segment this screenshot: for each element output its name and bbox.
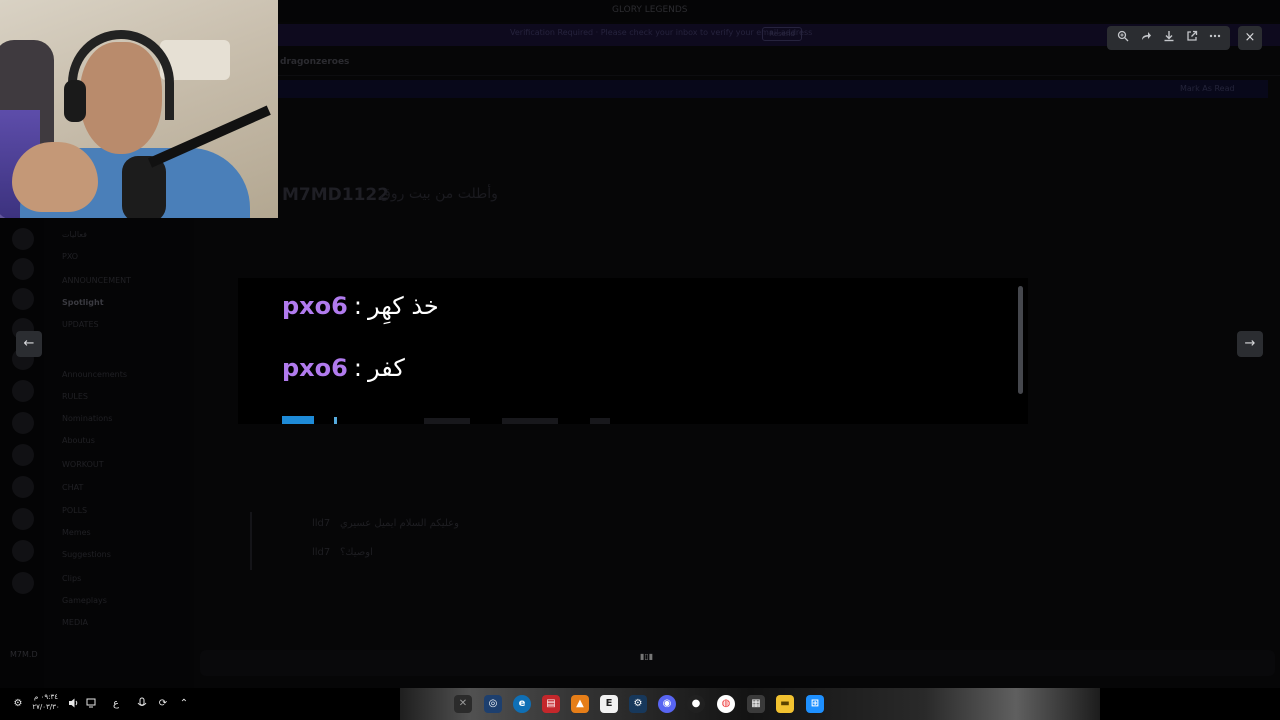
previous-image-button[interactable]: ← bbox=[16, 331, 42, 357]
sidebar-item: CHAT bbox=[62, 483, 84, 492]
obs-app-icon[interactable]: ● bbox=[687, 695, 705, 713]
volume-icon[interactable] bbox=[68, 697, 80, 711]
share-icon[interactable] bbox=[1138, 30, 1154, 46]
server-icon bbox=[12, 476, 34, 498]
sidebar-item: Clips bbox=[62, 574, 82, 583]
image-chat-colon: : bbox=[353, 354, 362, 382]
streamer-hand bbox=[12, 142, 98, 212]
channel-header bbox=[278, 50, 1280, 76]
sidebar-item: Suggestions bbox=[62, 550, 111, 559]
new-messages-bar bbox=[278, 80, 1268, 98]
image-scrollbar bbox=[1018, 286, 1023, 394]
epic-games-app-icon[interactable]: E bbox=[600, 695, 618, 713]
sidebar-item: Gameplays bbox=[62, 596, 107, 605]
chrome-app-icon[interactable]: ◍ bbox=[717, 695, 735, 713]
message-input bbox=[200, 650, 1275, 676]
microphone-tray-icon[interactable] bbox=[136, 697, 148, 711]
image-cropped-badge bbox=[282, 416, 314, 424]
server-list bbox=[0, 218, 44, 688]
vlc-app-icon[interactable]: ▲ bbox=[571, 695, 589, 713]
image-chat-text: خذ كهِر bbox=[367, 292, 439, 320]
start-windows-icon[interactable]: ⊞ bbox=[806, 695, 824, 713]
open-external-icon[interactable] bbox=[1184, 30, 1200, 46]
image-chat-text: كفر bbox=[367, 354, 405, 382]
user-panel-name: M7M.D bbox=[10, 650, 38, 659]
steam-app-icon[interactable]: ⚙ bbox=[629, 695, 647, 713]
sidebar-item: MEDIA bbox=[62, 618, 88, 627]
download-icon[interactable] bbox=[1161, 30, 1177, 46]
sidebar-item: Spotlight bbox=[62, 298, 104, 307]
window-title: GLORY LEGENDS bbox=[612, 5, 688, 15]
server-icon bbox=[12, 540, 34, 562]
sidebar-item: Announcements bbox=[62, 370, 128, 379]
background-message-author: M7MD1122 bbox=[282, 185, 390, 205]
image-chat-author: pxo6 bbox=[282, 354, 348, 382]
clock-date: ٢٧/٠٣/٣٠ bbox=[32, 703, 60, 711]
server-icon bbox=[12, 508, 34, 530]
chevron-up-icon[interactable]: ⌃ bbox=[178, 697, 190, 711]
embed-line-author: lld7 bbox=[312, 547, 331, 558]
sidebar-item: PXO bbox=[62, 252, 79, 261]
sync-icon[interactable]: ⟳ bbox=[157, 697, 169, 711]
copilot-app-icon[interactable]: ◎ bbox=[484, 695, 502, 713]
sidebar-item: WORKOUT bbox=[62, 460, 104, 469]
channel-name: dragonzeroes bbox=[280, 57, 350, 67]
more-icon[interactable] bbox=[1207, 30, 1223, 46]
image-chat-author: pxo6 bbox=[282, 292, 348, 320]
server-icon bbox=[12, 444, 34, 466]
image-cropped-fragment bbox=[424, 418, 470, 424]
image-chat-line: pxo6: خذ كهِر bbox=[282, 292, 439, 320]
clock[interactable]: ٠٩:٣٤ م ٢٧/٠٣/٣٠ bbox=[28, 692, 64, 712]
mark-as-read: Mark As Read bbox=[1180, 84, 1235, 93]
language-indicator[interactable]: ع bbox=[110, 697, 122, 711]
file-explorer-app-icon[interactable]: ▬ bbox=[776, 695, 794, 713]
zoom-in-icon[interactable] bbox=[1115, 30, 1131, 46]
xbox-app-icon[interactable]: ✕ bbox=[454, 695, 472, 713]
sidebar-item: Nominations bbox=[62, 414, 113, 423]
close-viewer-button[interactable]: × bbox=[1238, 26, 1262, 50]
image-cropped-fragment bbox=[590, 418, 610, 424]
sidebar-item: POLLS bbox=[62, 506, 88, 515]
server-icon bbox=[12, 572, 34, 594]
clock-time: ٠٩:٣٤ م bbox=[34, 693, 58, 701]
image-viewer-toolbar bbox=[1107, 26, 1230, 50]
server-icon bbox=[12, 228, 34, 250]
microphone-icon bbox=[122, 156, 166, 218]
store-app-icon[interactable]: ▦ bbox=[747, 695, 765, 713]
discord-app-icon[interactable]: ◉ bbox=[658, 695, 676, 713]
sidebar-item: Aboutus bbox=[62, 436, 95, 445]
image-cropped-fragment bbox=[502, 418, 558, 424]
webcam-overlay bbox=[0, 0, 278, 218]
image-chat-colon: : bbox=[353, 292, 362, 320]
server-icon bbox=[12, 412, 34, 434]
sidebar-item: Memes bbox=[62, 528, 91, 537]
server-icon bbox=[12, 258, 34, 280]
image-chat-line: pxo6: كفر bbox=[282, 354, 405, 382]
streamer bbox=[10, 30, 250, 218]
edge-app-icon[interactable]: e bbox=[513, 695, 531, 713]
embed-line-text: اوصيك؟ bbox=[340, 547, 373, 558]
next-image-button[interactable]: → bbox=[1237, 331, 1263, 357]
image-cropped-mark bbox=[334, 417, 337, 424]
sidebar-item: UPDATES bbox=[62, 320, 99, 329]
server-icon bbox=[12, 380, 34, 402]
server-icon bbox=[12, 288, 34, 310]
background-message-text: وأطلت من بيت روق bbox=[380, 186, 498, 202]
loading-indicator: ▮▯▮ bbox=[640, 652, 654, 661]
resend-button: Resend bbox=[762, 27, 802, 41]
settings-tray-icon[interactable]: ⚙ bbox=[12, 697, 24, 711]
image-preview[interactable]: pxo6: خذ كهِر pxo6: كفر bbox=[238, 278, 1028, 424]
embed-line-author: lld7 bbox=[312, 518, 331, 529]
sidebar-item: RULES bbox=[62, 392, 89, 401]
sidebar-item: ANNOUNCEMENT bbox=[62, 276, 132, 285]
embed-line-text: وعليكم السلام ايميل عسيري bbox=[340, 518, 459, 529]
winrar-app-icon[interactable]: ▤ bbox=[542, 695, 560, 713]
network-icon[interactable] bbox=[86, 697, 98, 711]
headset-earcup bbox=[64, 80, 86, 122]
sidebar-item: فعاليات bbox=[62, 230, 87, 239]
